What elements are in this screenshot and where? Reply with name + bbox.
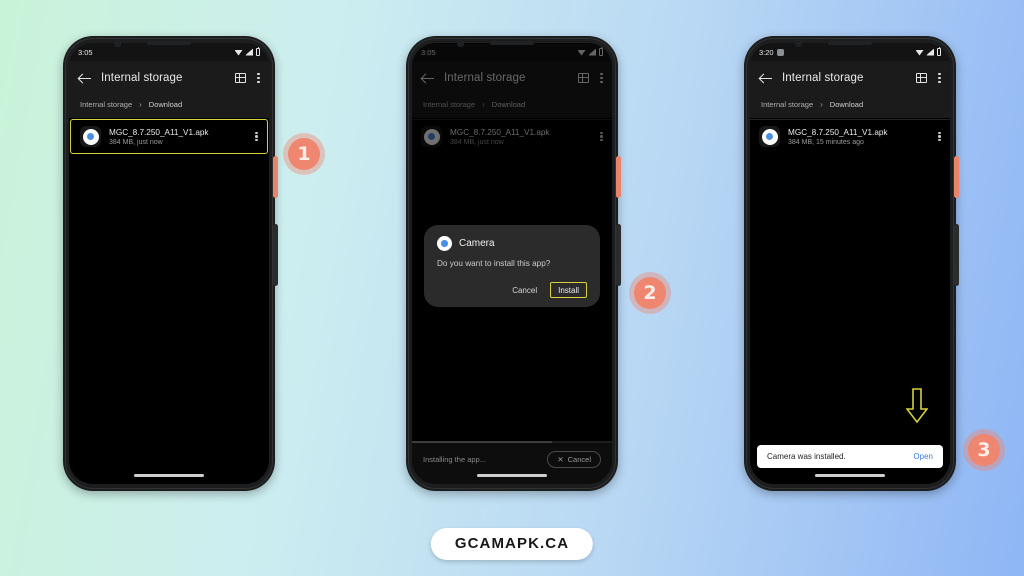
earpiece-speaker <box>828 41 872 45</box>
phone-3: 3:20 Internal storage Internal storage ›… <box>744 36 959 491</box>
step-badge-2: 2 <box>629 272 671 314</box>
breadcrumb-separator: › <box>820 100 823 109</box>
down-arrow-annotation-icon <box>906 388 928 424</box>
dialog-cancel-button[interactable]: Cancel <box>505 283 544 298</box>
power-button[interactable] <box>616 156 621 198</box>
step-badge-3-label: 3 <box>968 434 1000 466</box>
dialog-install-button[interactable]: Install <box>550 282 587 298</box>
earpiece-speaker <box>490 41 534 45</box>
dialog-message: Do you want to install this app? <box>437 259 551 268</box>
breadcrumb-root[interactable]: Internal storage <box>761 100 813 109</box>
nav-pill[interactable] <box>134 474 204 477</box>
file-row-apk[interactable]: MGC_8.7.250_A11_V1.apk 384 MB, just now <box>70 119 268 154</box>
app-bar: Internal storage <box>69 61 269 95</box>
step-badge-1-label: 1 <box>288 138 320 170</box>
overflow-menu-icon[interactable] <box>257 72 260 84</box>
volume-button[interactable] <box>616 224 621 286</box>
earpiece-speaker <box>147 41 191 45</box>
site-watermark-label: GCAMAPK.CA <box>454 535 570 552</box>
close-icon: ✕ <box>557 454 564 464</box>
file-overflow-icon[interactable] <box>938 131 941 142</box>
app-bar: Internal storage <box>750 61 950 95</box>
nav-pill[interactable] <box>477 474 547 477</box>
page-title: Internal storage <box>782 72 864 84</box>
camera-app-icon <box>437 236 452 251</box>
breadcrumb-separator: › <box>139 100 142 109</box>
file-name: MGC_8.7.250_A11_V1.apk <box>788 127 888 137</box>
front-camera-icon <box>113 40 121 47</box>
overflow-menu-icon[interactable] <box>938 72 941 84</box>
volume-button[interactable] <box>273 224 278 286</box>
phone-notch <box>406 36 618 51</box>
front-camera-icon <box>456 40 464 47</box>
progress-cancel-label: Cancel <box>567 455 591 464</box>
install-progress-footer: Installing the app... ✕ Cancel <box>412 441 612 484</box>
volume-button[interactable] <box>954 224 959 286</box>
nav-pill[interactable] <box>815 474 885 477</box>
step-badge-1: 1 <box>283 133 325 175</box>
grid-view-icon[interactable] <box>916 73 927 83</box>
file-row-apk[interactable]: MGC_8.7.250_A11_V1.apk 384 MB, 15 minute… <box>750 119 950 153</box>
site-watermark: GCAMAPK.CA <box>430 528 594 560</box>
camera-app-icon <box>759 126 780 147</box>
breadcrumb-current[interactable]: Download <box>149 100 182 109</box>
camera-app-icon <box>80 126 101 147</box>
breadcrumb: Internal storage › Download <box>750 95 950 118</box>
install-dialog: Camera Do you want to install this app? … <box>424 225 600 307</box>
back-arrow-icon[interactable] <box>78 71 92 85</box>
install-snackbar: Camera was installed. Open <box>757 445 943 468</box>
phone-2-screen: 3:05 Internal storage Internal storage ›… <box>412 43 612 484</box>
power-button[interactable] <box>954 156 959 198</box>
file-meta: 384 MB, just now <box>109 138 163 146</box>
snackbar-text: Camera was installed. <box>767 452 846 461</box>
front-camera-icon <box>794 40 802 47</box>
phone-notch <box>744 36 956 51</box>
breadcrumb: Internal storage › Download <box>69 95 269 118</box>
file-list: MGC_8.7.250_A11_V1.apk 384 MB, just now <box>69 118 269 154</box>
file-meta: 384 MB, 15 minutes ago <box>788 138 864 146</box>
back-arrow-icon[interactable] <box>759 71 773 85</box>
snackbar-open-button[interactable]: Open <box>913 452 933 461</box>
file-name: MGC_8.7.250_A11_V1.apk <box>109 127 209 137</box>
grid-view-icon[interactable] <box>235 73 246 83</box>
power-button[interactable] <box>273 156 278 198</box>
phone-notch <box>63 36 275 51</box>
breadcrumb-root[interactable]: Internal storage <box>80 100 132 109</box>
breadcrumb-current[interactable]: Download <box>830 100 863 109</box>
page-title: Internal storage <box>101 72 183 84</box>
step-badge-2-label: 2 <box>634 277 666 309</box>
file-list: MGC_8.7.250_A11_V1.apk 384 MB, 15 minute… <box>750 118 950 153</box>
file-overflow-icon[interactable] <box>255 131 258 142</box>
progress-text: Installing the app... <box>423 455 486 464</box>
progress-cancel-button[interactable]: ✕ Cancel <box>547 451 601 468</box>
phone-3-screen: 3:20 Internal storage Internal storage ›… <box>750 43 950 484</box>
step-badge-3: 3 <box>963 429 1005 471</box>
dialog-app-name: Camera <box>459 238 495 249</box>
phone-1-screen: 3:05 Internal storage Internal storage ›… <box>69 43 269 484</box>
phone-2: 3:05 Internal storage Internal storage ›… <box>406 36 621 491</box>
phone-1: 3:05 Internal storage Internal storage ›… <box>63 36 278 491</box>
